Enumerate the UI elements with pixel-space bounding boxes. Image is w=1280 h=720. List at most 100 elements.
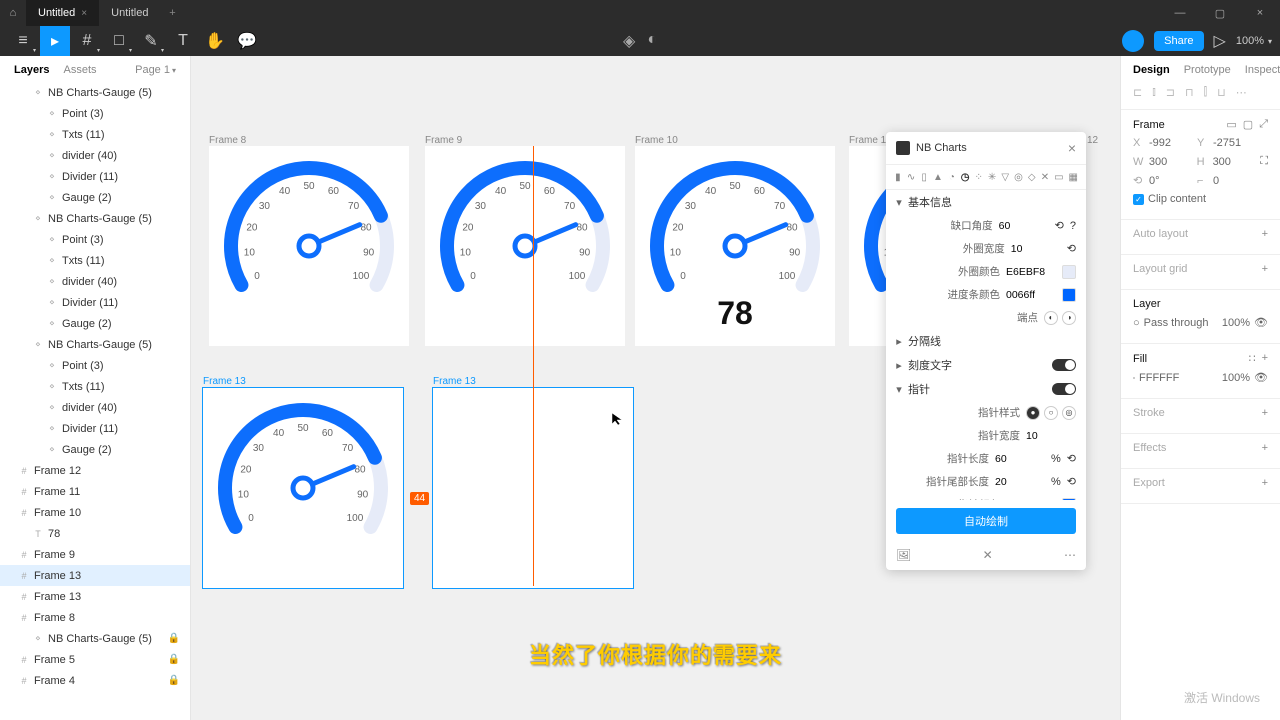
tab-untitled[interactable]: Untitled <box>99 0 160 26</box>
layer-row[interactable]: ⋄divider (40) <box>0 271 190 292</box>
layer-row[interactable]: T78 <box>0 523 190 544</box>
reset-icon[interactable]: ⟲ <box>1055 219 1064 232</box>
distribute-icon[interactable]: ⋯ <box>1236 86 1247 99</box>
layer-row[interactable]: ⋄NB Charts-Gauge (5)🔒 <box>0 628 190 649</box>
tab-prototype[interactable]: Prototype <box>1184 64 1231 76</box>
help-icon[interactable]: ? <box>1070 220 1076 232</box>
layer-row[interactable]: ⋄Txts (11) <box>0 250 190 271</box>
reset-icon[interactable]: ⟲ <box>1067 475 1076 488</box>
layer-row[interactable]: ⋄Divider (11) <box>0 418 190 439</box>
pie-icon[interactable]: ◔ <box>948 171 956 183</box>
add-icon[interactable]: + <box>1262 263 1268 275</box>
fill-swatch[interactable] <box>1133 377 1135 379</box>
close-window-icon[interactable]: × <box>1240 0 1280 26</box>
scatter-icon[interactable]: ⁘ <box>975 171 983 183</box>
line-icon[interactable]: ∿ <box>907 171 915 183</box>
move-tool[interactable]: ▸ <box>40 26 70 56</box>
close-icon[interactable]: × <box>1068 140 1076 156</box>
needle-toggle[interactable] <box>1052 383 1076 395</box>
eye-icon[interactable]: 👁 <box>1254 316 1268 329</box>
hand-tool[interactable]: ✋ <box>200 26 230 56</box>
style-icon[interactable]: ∷ <box>1249 352 1256 365</box>
layer-row[interactable]: ⋄Point (3) <box>0 355 190 376</box>
reset-icon[interactable]: ⟲ <box>1067 242 1076 255</box>
tab-layers[interactable]: Layers <box>14 64 49 76</box>
layer-row[interactable]: #Frame 8 <box>0 607 190 628</box>
play-icon[interactable]: ▷ <box>1214 31 1226 51</box>
align-bottom-icon[interactable]: ⊔ <box>1217 86 1226 99</box>
maximize-icon[interactable]: ▢ <box>1200 0 1240 26</box>
text-tool[interactable]: T <box>168 26 198 56</box>
layer-row[interactable]: #Frame 10 <box>0 502 190 523</box>
needle-width-input[interactable] <box>1026 430 1076 442</box>
tab-assets[interactable]: Assets <box>63 64 96 76</box>
eye-icon[interactable]: 👁 <box>1254 371 1268 384</box>
frame-13-a[interactable]: 0102030405060708090100 <box>203 388 403 588</box>
layer-row[interactable]: ⋄Point (3) <box>0 229 190 250</box>
layer-row[interactable]: ⋄Txts (11) <box>0 376 190 397</box>
layer-row[interactable]: ⋄divider (40) <box>0 145 190 166</box>
add-icon[interactable]: + <box>1262 442 1268 454</box>
frame-8[interactable]: 0102030405060708090100 <box>209 146 409 346</box>
comment-tool[interactable]: 💬 <box>232 26 262 56</box>
y-value[interactable]: -2751 <box>1213 137 1257 149</box>
add-tab-icon[interactable]: + <box>160 7 184 19</box>
page-selector[interactable]: Page 1 ▾ <box>135 64 176 76</box>
link-icon[interactable]: ⛶ <box>1260 155 1268 168</box>
opacity-value[interactable]: 100% <box>1222 317 1250 329</box>
frame-tool[interactable]: #▾ <box>72 26 102 56</box>
layer-row[interactable]: ⋄Point (3) <box>0 103 190 124</box>
frame-label[interactable]: Frame 10 <box>635 135 678 146</box>
x-icon[interactable]: ✕ <box>1041 171 1049 183</box>
tab-design[interactable]: Design <box>1133 64 1170 76</box>
layer-row[interactable]: ⋄Gauge (2) <box>0 439 190 460</box>
gauge-icon[interactable]: ◷ <box>961 171 970 183</box>
shuffle-icon[interactable]: ✕ <box>983 548 993 562</box>
box-icon[interactable]: ▭ <box>1054 171 1063 183</box>
h-value[interactable]: 300 <box>1213 156 1257 168</box>
frame-label[interactable]: Frame 11 <box>849 135 891 146</box>
endcap-round-icon[interactable]: ◑ <box>1062 311 1076 325</box>
scaletext-toggle[interactable] <box>1052 359 1076 371</box>
frame-label[interactable]: Frame 13 <box>203 376 246 387</box>
resize-icon[interactable]: ⤢ <box>1259 118 1268 131</box>
share-button[interactable]: Share <box>1154 31 1203 51</box>
layer-row[interactable]: #Frame 4🔒 <box>0 670 190 691</box>
blend-mode[interactable]: Pass through <box>1144 317 1209 329</box>
bar-icon[interactable]: ▮ <box>894 171 902 183</box>
endcap-flat-icon[interactable]: ◐ <box>1044 311 1058 325</box>
x-value[interactable]: -992 <box>1149 137 1193 149</box>
bar2-icon[interactable]: ▯ <box>920 171 928 183</box>
pen-tool[interactable]: ✎▾ <box>136 26 166 56</box>
avatar[interactable] <box>1122 30 1144 52</box>
outer-width-input[interactable] <box>1011 243 1061 255</box>
layer-row[interactable]: #Frame 9 <box>0 544 190 565</box>
layer-row[interactable]: ⋄Gauge (2) <box>0 313 190 334</box>
home-icon[interactable]: ⌂ <box>0 7 26 19</box>
layer-row[interactable]: #Frame 12 <box>0 460 190 481</box>
tab-untitled-active[interactable]: Untitled × <box>26 0 99 26</box>
layer-row[interactable]: #Frame 13 <box>0 565 190 586</box>
style-2-icon[interactable]: ○ <box>1044 406 1058 420</box>
layer-row[interactable]: #Frame 11 <box>0 481 190 502</box>
frame-9[interactable]: 0102030405060708090100 <box>425 146 625 346</box>
component-icon[interactable]: ◈ <box>623 31 635 51</box>
tab-inspect[interactable]: Inspect <box>1245 64 1280 76</box>
outer-color-input[interactable] <box>1006 266 1056 278</box>
layer-row[interactable]: ⋄Gauge (2) <box>0 187 190 208</box>
grid-icon[interactable]: ▦ <box>1069 171 1078 183</box>
layer-row[interactable]: ⋄divider (40) <box>0 397 190 418</box>
gap-angle-input[interactable] <box>999 220 1049 232</box>
clip-checkbox[interactable]: ✓ <box>1133 194 1144 205</box>
shape-tool[interactable]: □▾ <box>104 26 134 56</box>
reset-icon[interactable]: ⟲ <box>1067 452 1076 465</box>
zoom-control[interactable]: 100% ▾ <box>1236 35 1272 47</box>
layer-row[interactable]: #Frame 5🔒 <box>0 649 190 670</box>
add-icon[interactable]: + <box>1262 407 1268 419</box>
fill-pct[interactable]: 100% <box>1222 372 1250 384</box>
frame-label[interactable]: Frame 13 <box>433 376 476 387</box>
needle-length-input[interactable] <box>995 453 1045 465</box>
more-icon[interactable]: ⋯ <box>1064 548 1076 562</box>
funnel-icon[interactable]: ▽ <box>1001 171 1009 183</box>
layer-row[interactable]: ⋄NB Charts-Gauge (5) <box>0 208 190 229</box>
